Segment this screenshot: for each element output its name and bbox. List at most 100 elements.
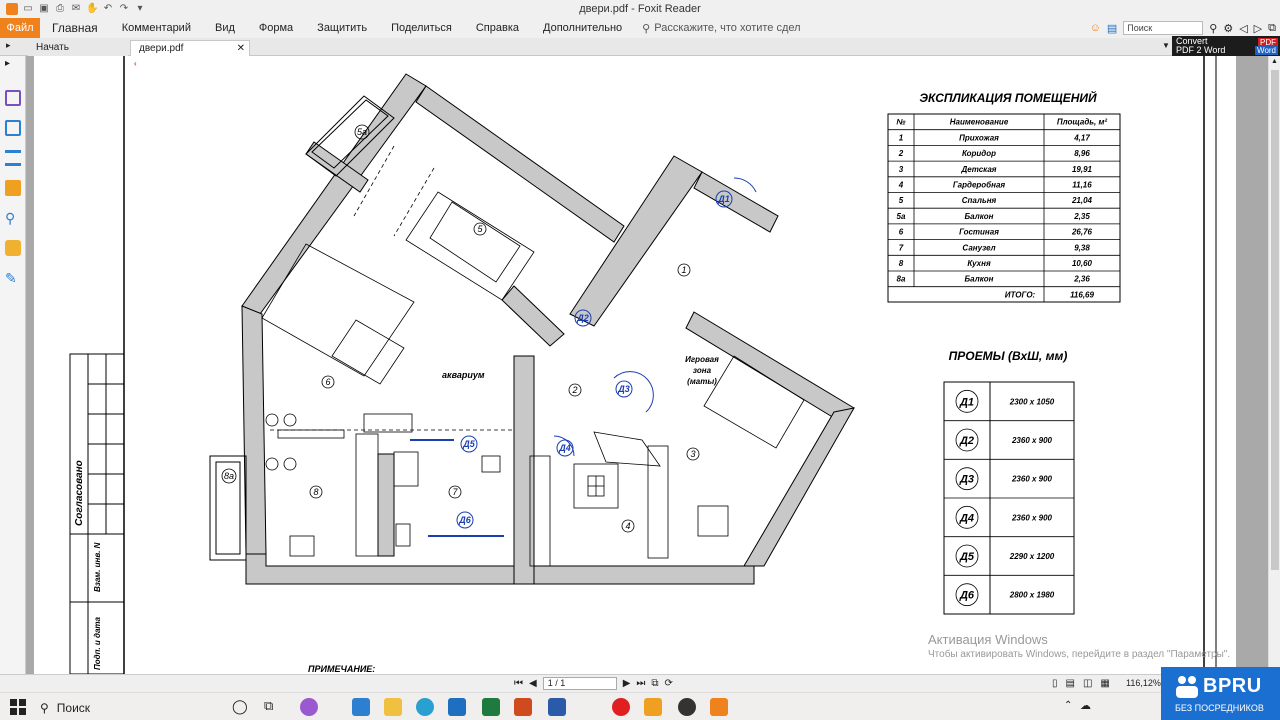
door-size: 2360 x 900 (1011, 475, 1053, 484)
stamp-inv: Взам. инв. N (93, 542, 102, 592)
copy-page-icon[interactable]: ⧉ (651, 678, 658, 689)
bookmark-icon[interactable] (5, 90, 21, 106)
door-label-d6: Д6 (458, 515, 471, 525)
restore-icon[interactable]: ⧉ (1268, 22, 1276, 35)
app-icon-opera[interactable] (612, 698, 630, 716)
menu-comment[interactable]: Комментарий (110, 18, 203, 38)
table-cell: Санузел (962, 243, 995, 252)
table-cell: 26,76 (1071, 228, 1093, 237)
zoom-level[interactable]: 116,12% (1126, 678, 1161, 688)
convert-pdf-to-word-ad[interactable]: Convert PDF 2 Word PDF Word (1172, 36, 1280, 56)
room-label-1: 1 (681, 265, 686, 275)
redo-icon[interactable]: ↷ (118, 3, 130, 15)
table-cell: Прихожая (959, 133, 999, 142)
tabs-dropdown-icon[interactable]: ▼ (1162, 41, 1170, 50)
pages-icon[interactable] (5, 120, 21, 136)
scroll-thumb[interactable] (1271, 70, 1279, 570)
prev-page-icon[interactable]: ◀ (529, 678, 537, 689)
back-icon[interactable]: ◁ (1239, 22, 1247, 35)
menu-help[interactable]: Справка (464, 18, 531, 38)
gear-icon[interactable]: ⚙ (1223, 22, 1233, 35)
app-icon-purple[interactable] (300, 698, 318, 716)
tray-cloud-icon[interactable]: ☁ (1080, 699, 1091, 712)
app-icon-edge[interactable] (416, 698, 434, 716)
door-label-d3: Д3 (617, 384, 630, 394)
play-zone-line2: зона (693, 366, 712, 375)
tab-start[interactable]: Начать (28, 40, 128, 56)
menu-view[interactable]: Вид (203, 18, 247, 38)
facing-view-icon[interactable]: ◫ (1083, 678, 1092, 689)
page-number-input[interactable]: 1 / 1 (542, 677, 617, 690)
signature-icon[interactable]: ✎ (5, 270, 21, 286)
status-bar: ⏮ ◀ 1 / 1 ▶ ⏭ ⧉ ⟳ ▯ ▤ ◫ ▦ 116,12% (0, 674, 1280, 692)
tell-me-box[interactable]: ⚲ Расскажите, что хотите сдел (634, 22, 800, 35)
app-icon-word[interactable] (548, 698, 566, 716)
comments-icon[interactable] (5, 180, 21, 196)
continuous-view-icon[interactable]: ▤ (1066, 678, 1075, 689)
tray-chevron-icon[interactable]: ⌃ (1064, 700, 1072, 711)
app-icon-outlook[interactable] (448, 698, 466, 716)
scroll-up-icon[interactable]: ▲ (1271, 58, 1278, 65)
widgets-icon[interactable]: ⧉ (264, 698, 273, 714)
table-cell: 10,60 (1072, 259, 1093, 268)
file-menu[interactable]: Файл (0, 18, 40, 38)
vertical-scrollbar[interactable]: ▲ (1268, 56, 1280, 674)
openings-table: ПРОЕМЫ (ВхШ, мм) Д1 2300 x 1050 Д2 2360 x 9… (943, 349, 1075, 615)
windows-start-icon[interactable] (10, 699, 26, 715)
app-icon-excel[interactable] (482, 698, 500, 716)
print-icon[interactable]: ⎙ (54, 3, 66, 15)
table-cell: 8 (899, 259, 904, 268)
aquarium-label: аквариум (442, 370, 485, 380)
like-icon[interactable]: ☺ (1090, 22, 1101, 34)
table-cell: Детская (961, 165, 997, 174)
save-icon[interactable]: ▣ (38, 3, 50, 15)
app-icon-explorer[interactable] (384, 698, 402, 716)
open-icon[interactable]: ▭ (22, 3, 34, 15)
table-cell: 11,16 (1072, 181, 1092, 190)
app-icon-store[interactable] (352, 698, 370, 716)
search-icon[interactable]: ⚲ (1209, 22, 1217, 35)
taskbar-search-label: Поиск (56, 701, 91, 715)
view-mode-buttons: ▯ ▤ ◫ ▦ (1052, 678, 1110, 689)
bpru-name: BPRU (1203, 675, 1262, 697)
menu-protect[interactable]: Защитить (305, 18, 379, 38)
menu-extras[interactable]: Дополнительно (531, 18, 634, 38)
attachment-icon[interactable]: ⚲ (5, 210, 21, 226)
hand-icon[interactable]: ✋ (86, 3, 98, 15)
layers-icon[interactable] (5, 150, 21, 166)
menu-form[interactable]: Форма (247, 18, 305, 38)
undo-icon[interactable]: ↶ (102, 3, 114, 15)
table-cell: Балкон (965, 212, 994, 221)
taskbar-search[interactable]: ⚲ Поиск (34, 697, 220, 719)
table-cell: Кухня (967, 259, 991, 268)
search-input[interactable]: Поиск (1123, 21, 1204, 35)
stamp-sign: Подп. и дата (93, 616, 102, 670)
app-icon-yandex[interactable] (644, 698, 662, 716)
menu-share[interactable]: Поделиться (379, 18, 464, 38)
document-viewport[interactable]: ‹ Согласовано Взам. инв. N Подп. и дата (26, 56, 1268, 674)
rotate-page-icon[interactable]: ⟳ (665, 678, 673, 689)
menu-home[interactable]: Главная (40, 18, 110, 38)
cover-view-icon[interactable]: ▦ (1100, 678, 1109, 689)
app-icon-powerpoint[interactable] (514, 698, 532, 716)
table-cell: 5а (897, 212, 906, 221)
lock-icon[interactable] (5, 240, 21, 256)
app-icon-foxit[interactable] (710, 698, 728, 716)
last-page-icon[interactable]: ⏭ (636, 678, 645, 689)
message-icon[interactable]: ▤ (1107, 22, 1117, 35)
expand-panel-icon[interactable]: ▸ (5, 58, 21, 74)
table-cell: 5 (899, 196, 904, 205)
next-page-icon[interactable]: ▶ (623, 678, 631, 689)
forward-icon[interactable]: ▷ (1254, 22, 1262, 35)
single-page-view-icon[interactable]: ▯ (1052, 678, 1058, 689)
first-page-icon[interactable]: ⏮ (514, 678, 523, 689)
customize-icon[interactable]: ▾ (134, 3, 146, 15)
close-tab-icon[interactable]: ✕ (237, 41, 245, 57)
task-view-icon[interactable]: ◯ (232, 698, 248, 715)
app-icon-media[interactable] (678, 698, 696, 716)
email-icon[interactable]: ✉ (70, 3, 82, 15)
tab-document[interactable]: двери.pdf ✕ (130, 40, 250, 56)
room-label-5: 5 (477, 224, 483, 234)
door-id: Д2 (959, 435, 974, 447)
tab-list-toggle[interactable]: ▸ (6, 40, 11, 51)
